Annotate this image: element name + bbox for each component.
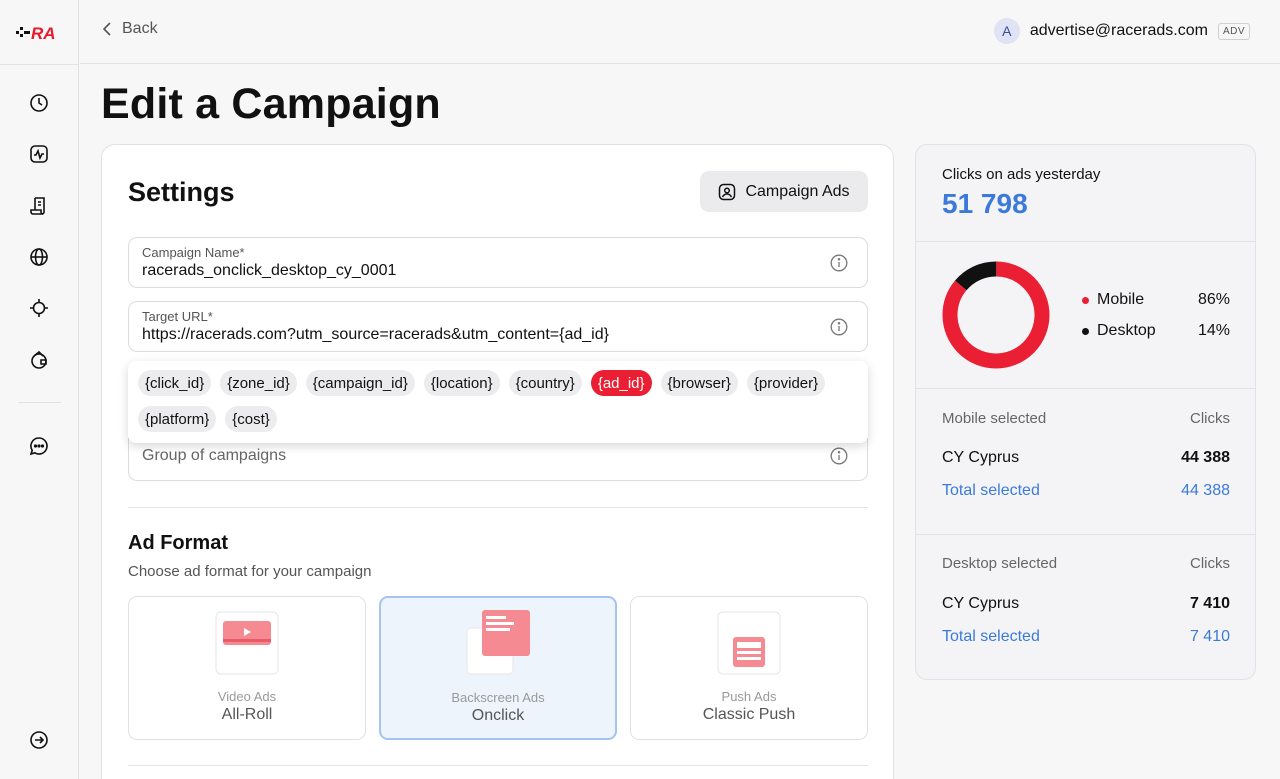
macro-chip[interactable]: {country} <box>508 370 582 396</box>
row-value: 44 388 <box>1181 449 1230 466</box>
legend-percent: 14% <box>1197 322 1230 339</box>
avatar: A <box>993 18 1020 44</box>
format-option-video[interactable]: Video Ads All-Roll <box>128 596 366 740</box>
campaign-name-field[interactable]: Campaign Name* racerads_onclick_desktop_… <box>128 237 868 288</box>
macro-chip[interactable]: {platform} <box>138 406 217 432</box>
info-icon[interactable] <box>830 318 848 336</box>
settings-card: Settings Campaign Ads Campaign Name* rac… <box>101 144 894 779</box>
svg-text:RA: RA <box>31 24 56 42</box>
desktop-header-col: Clicks <box>1190 555 1230 572</box>
globe-icon[interactable] <box>28 246 50 268</box>
mobile-header-col: Clicks <box>1190 410 1230 427</box>
backscreen-ads-icon <box>466 610 530 675</box>
document-icon[interactable] <box>28 195 50 217</box>
target-url-label: Target URL* <box>142 309 213 324</box>
sidebar-divider <box>0 64 79 65</box>
macro-chip[interactable]: {zone_id} <box>220 370 297 396</box>
logo[interactable]: RA <box>16 22 66 42</box>
mobile-header-label: Mobile selected <box>942 410 1047 427</box>
top-bar: Back A advertise@racerads.com ADV <box>80 0 1280 64</box>
mobile-total-row[interactable]: Total selected 44 388 <box>942 482 1230 500</box>
total-value: 44 388 <box>1181 482 1230 499</box>
macro-chip[interactable]: {click_id} <box>138 370 212 396</box>
format-option-push[interactable]: Push Ads Classic Push <box>630 596 868 740</box>
macro-chip[interactable]: {ad_id} <box>590 370 652 396</box>
macro-suggestions-popover: {click_id} {zone_id} {campaign_id} {locatio… <box>128 361 868 443</box>
section-divider <box>128 507 868 508</box>
role-badge: ADV <box>1217 22 1250 40</box>
clicks-label: Clicks on ads yesterday <box>942 166 1101 183</box>
macro-chip[interactable]: {location} <box>423 370 500 396</box>
format-type: Video Ads <box>217 689 277 704</box>
macro-chip[interactable]: {browser} <box>660 370 738 396</box>
sidebar: RA <box>0 0 79 779</box>
format-type: Push Ads <box>721 689 777 704</box>
clicks-value: 51 798 <box>942 188 1028 219</box>
total-label: Total selected <box>942 628 1040 645</box>
wallet-icon[interactable] <box>28 349 50 371</box>
format-type: Backscreen Ads <box>451 690 545 705</box>
legend-mobile: Mobile 86% <box>1082 291 1230 309</box>
campaign-group-placeholder: Group of campaigns <box>142 447 287 464</box>
row-name: CY Cyprus <box>942 595 1020 612</box>
campaign-ads-label: Campaign Ads <box>745 182 850 200</box>
stats-panel: Clicks on ads yesterday 51 798 Mobile 86… <box>915 144 1256 680</box>
campaign-ads-icon <box>719 183 736 200</box>
ad-format-subtitle: Choose ad format for your campaign <box>128 563 372 580</box>
desktop-table-header: Desktop selected Clicks <box>942 555 1230 572</box>
legend-label: Desktop <box>1097 322 1156 339</box>
page-title: Edit a Campaign <box>101 80 441 128</box>
desktop-total-row[interactable]: Total selected 7 410 <box>942 628 1230 646</box>
macro-chip[interactable]: {provider} <box>746 370 826 396</box>
table-row: CY Cyprus 44 388 <box>942 449 1230 467</box>
campaign-ads-button[interactable]: Campaign Ads <box>700 171 868 212</box>
target-url-value[interactable]: https://racerads.com?utm_source=racerads… <box>142 326 822 344</box>
campaign-name-value[interactable]: racerads_onclick_desktop_cy_0001 <box>142 262 822 280</box>
user-menu[interactable]: A advertise@racerads.com ADV <box>993 18 1250 44</box>
section-divider <box>128 765 868 766</box>
logout-icon[interactable] <box>28 729 50 751</box>
legend-desktop: Desktop 14% <box>1082 322 1230 340</box>
target-url-field[interactable]: Target URL* https://racerads.com?utm_sou… <box>128 301 868 352</box>
chat-icon[interactable] <box>28 435 50 457</box>
campaign-name-label: Campaign Name* <box>142 245 245 260</box>
info-icon[interactable] <box>830 447 848 465</box>
mobile-table-header: Mobile selected Clicks <box>942 410 1230 427</box>
legend-dot <box>1082 327 1089 335</box>
macro-chip[interactable]: {cost} <box>225 406 277 432</box>
total-value: 7 410 <box>1189 628 1230 645</box>
legend-dot <box>1082 296 1089 304</box>
format-option-backscreen[interactable]: Backscreen Ads Onclick <box>379 596 617 740</box>
total-label: Total selected <box>942 482 1040 499</box>
video-ads-icon <box>215 611 279 675</box>
user-email: advertise@racerads.com <box>1029 22 1208 39</box>
stats-divider <box>916 241 1255 242</box>
stats-divider <box>916 534 1255 535</box>
back-label: Back <box>122 20 158 37</box>
push-ads-icon <box>717 611 781 675</box>
macro-chip[interactable]: {campaign_id} <box>305 370 415 396</box>
desktop-header-label: Desktop selected <box>942 555 1058 572</box>
legend-label: Mobile <box>1097 291 1145 308</box>
legend-percent: 86% <box>1197 291 1230 308</box>
format-name: All-Roll <box>221 706 273 723</box>
chevron-left-icon <box>102 22 111 36</box>
row-name: CY Cyprus <box>942 449 1020 466</box>
settings-title: Settings <box>128 177 235 207</box>
crosshair-icon[interactable] <box>28 297 50 319</box>
activity-icon[interactable] <box>28 143 50 165</box>
info-icon[interactable] <box>830 254 848 272</box>
table-row: CY Cyprus 7 410 <box>942 595 1230 613</box>
row-value: 7 410 <box>1189 595 1230 612</box>
clock-icon[interactable] <box>28 92 50 114</box>
format-name: Onclick <box>471 707 525 724</box>
sidebar-divider <box>18 402 61 403</box>
ad-format-title: Ad Format <box>128 532 228 554</box>
format-name: Classic Push <box>702 706 796 723</box>
device-donut-chart <box>942 261 1050 369</box>
stats-divider <box>916 388 1255 389</box>
back-button[interactable]: Back <box>102 20 158 38</box>
